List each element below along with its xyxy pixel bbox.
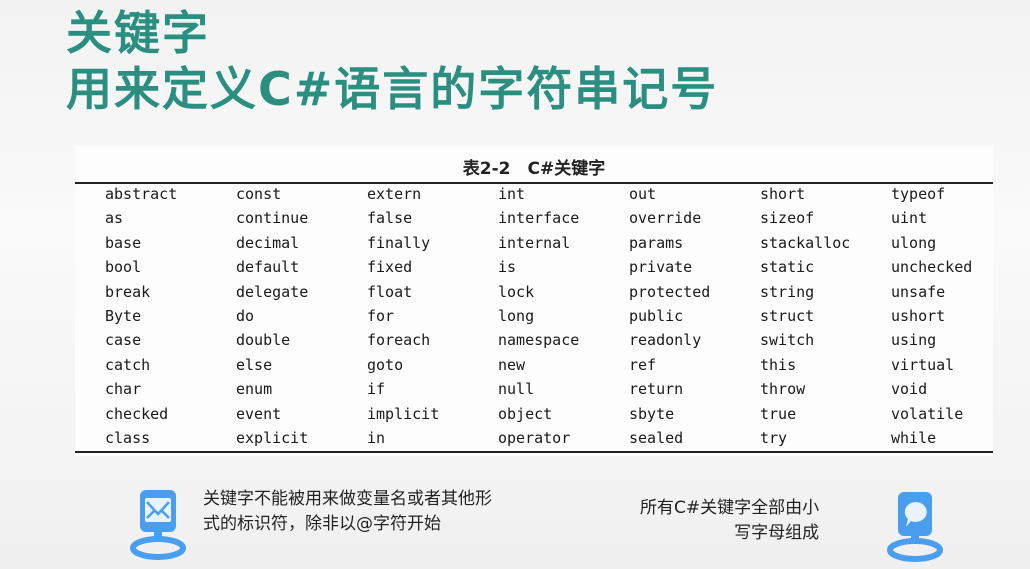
keyword-cell: false — [367, 209, 413, 228]
keyword-table: 表2-2 C#关键字 abstract const extern int out shor… — [75, 146, 993, 456]
keyword-cell: uint — [891, 209, 928, 228]
keyword-cell: explicit — [236, 428, 309, 447]
keyword-cell: throw — [760, 380, 806, 399]
keyword-cell: ref — [629, 355, 657, 374]
keyword-cell: null — [498, 380, 535, 399]
slide-subtitle: 用来定义C#语言的字符串记号 — [66, 62, 719, 116]
keyword-cell: base — [105, 233, 142, 252]
keyword-cell: typeof — [891, 185, 946, 203]
note-right-line: 所有C#关键字全部由小 — [640, 498, 820, 518]
keyword-cell: ushort — [891, 306, 946, 325]
keyword-cell: unsafe — [891, 282, 946, 301]
keyword-cell: event — [236, 404, 282, 423]
keyword-cell: protected — [629, 282, 711, 301]
keyword-cell: fixed — [367, 258, 413, 277]
keyword-cell: namespace — [498, 331, 580, 350]
keyword-cell: return — [629, 380, 684, 399]
keyword-cell: sbyte — [629, 404, 675, 423]
keyword-cell: private — [629, 258, 693, 277]
keyword-cell: const — [236, 185, 282, 203]
keyword-cell: virtual — [891, 355, 955, 374]
table-caption: 表2-2 C#关键字 — [462, 159, 606, 179]
keyword-cell: goto — [367, 355, 404, 374]
keyword-cell: class — [105, 428, 151, 447]
keyword-cell: short — [760, 185, 806, 203]
note-right: 所有C#关键字全部由小 写字母组成 — [640, 496, 819, 546]
note-left-line: 式的标识符，除非以@字符开始 — [203, 514, 441, 534]
keyword-cell: public — [629, 306, 684, 325]
keyword-cell: double — [236, 331, 291, 350]
keyword-cell: for — [367, 306, 395, 325]
keyword-cell: void — [891, 380, 928, 399]
keyword-cell: override — [629, 209, 702, 228]
keyword-cell: case — [105, 331, 142, 350]
keyword-cell: unchecked — [891, 258, 973, 277]
keyword-cell: params — [629, 233, 684, 252]
keyword-cell: foreach — [367, 331, 431, 350]
keyword-cell: abstract — [105, 185, 178, 203]
keyword-cell: sealed — [629, 428, 684, 447]
keyword-cell: in — [367, 428, 386, 447]
mail-pin-icon — [130, 490, 186, 560]
keyword-cell: finally — [367, 233, 431, 252]
speech-pin-icon — [887, 492, 943, 562]
keyword-cell: readonly — [629, 331, 702, 350]
keyword-cell: struct — [760, 306, 815, 325]
keyword-cell: out — [629, 185, 657, 203]
keyword-cell: default — [236, 258, 300, 277]
keyword-cell: lock — [498, 282, 535, 301]
keyword-cell: operator — [498, 428, 571, 447]
keyword-cell: object — [498, 404, 553, 423]
keyword-cell: catch — [105, 355, 151, 374]
keyword-cell: using — [891, 331, 937, 350]
keyword-cell: static — [760, 258, 815, 277]
keyword-cell: int — [498, 185, 526, 203]
keyword-cell: break — [105, 282, 151, 301]
keyword-cell: sizeof — [760, 209, 815, 228]
keyword-cell: while — [891, 428, 937, 447]
keyword-cell: as — [105, 209, 124, 228]
keyword-cell: switch — [760, 331, 815, 350]
keyword-cell: long — [498, 306, 535, 325]
keyword-cell: if — [367, 380, 386, 399]
keyword-cell: internal — [498, 233, 571, 252]
keyword-cell: interface — [498, 209, 580, 228]
keyword-cell: enum — [236, 380, 273, 399]
keyword-cell: stackalloc — [760, 233, 851, 252]
keyword-cell: volatile — [891, 404, 964, 423]
keyword-cell: checked — [105, 404, 169, 423]
keyword-cell: extern — [367, 185, 422, 203]
keyword-grid: abstract const extern int out short typeof as co… — [105, 185, 1022, 453]
keyword-cell: string — [760, 282, 815, 301]
keyword-cell: ulong — [891, 233, 937, 252]
keyword-cell: Byte — [105, 306, 142, 325]
keyword-cell: new — [498, 355, 526, 374]
slide-title: 关键字 — [66, 6, 210, 60]
keyword-cell: continue — [236, 209, 309, 228]
keyword-cell: do — [236, 306, 255, 325]
note-left: 关键字不能被用来做变量名或者其他形 式的标识符，除非以@字符开始 — [203, 487, 492, 537]
bottom-rule — [75, 451, 993, 453]
note-right-line: 写字母组成 — [734, 523, 820, 543]
keyword-cell: char — [105, 380, 142, 399]
keyword-cell: decimal — [236, 233, 300, 252]
top-rule — [75, 182, 993, 184]
keyword-cell: delegate — [236, 282, 309, 301]
keyword-cell: try — [760, 428, 788, 447]
keyword-cell: float — [367, 282, 413, 301]
note-left-line: 关键字不能被用来做变量名或者其他形 — [203, 489, 492, 509]
keyword-cell: else — [236, 355, 273, 374]
keyword-cell: is — [498, 258, 517, 277]
keyword-cell: bool — [105, 258, 142, 277]
keyword-cell: implicit — [367, 404, 440, 423]
keyword-cell: this — [760, 355, 797, 374]
keyword-cell: true — [760, 404, 797, 423]
